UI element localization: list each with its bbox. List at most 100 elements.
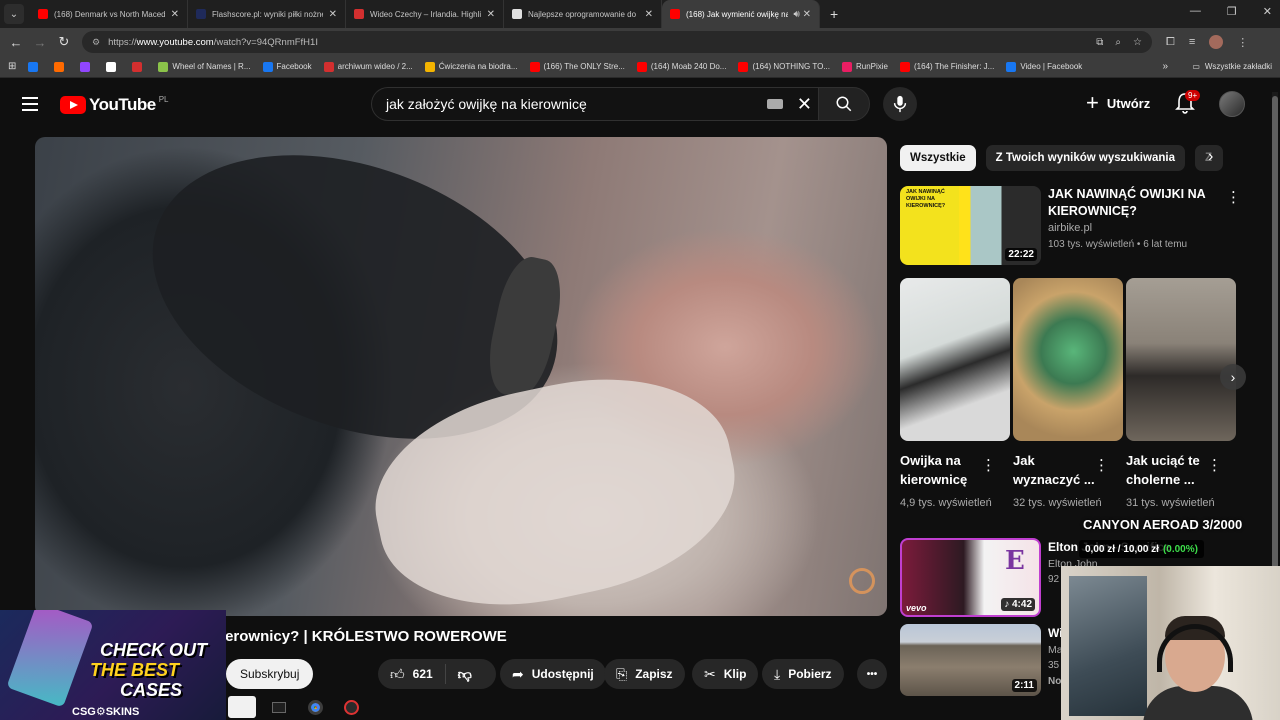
new-tab-icon[interactable]: + <box>830 6 838 22</box>
more-options-icon[interactable]: ⋮ <box>1094 456 1109 474</box>
zoom-icon[interactable]: ⌕ <box>1115 37 1121 48</box>
url-bar[interactable]: ⚙ https://www.youtube.com/watch?v=94QRnm… <box>82 31 1152 53</box>
minimize-icon[interactable]: — <box>1190 5 1201 18</box>
tab-favicon-icon <box>354 9 364 19</box>
short-thumbnail[interactable] <box>1013 278 1123 441</box>
search-button[interactable] <box>818 87 870 121</box>
reload-icon[interactable]: ↻ <box>52 34 76 50</box>
recommended-video[interactable]: JAK NAWINĄĆ OWIJKI NA KIEROWNICĘ? 22:22 … <box>900 186 1241 266</box>
cast-icon[interactable]: ⧉ <box>1096 37 1103 48</box>
bookmarks-overflow-icon[interactable]: » <box>1162 61 1168 72</box>
save-button[interactable]: ⎘ Zapisz <box>604 659 685 689</box>
bookmark-item[interactable] <box>28 61 42 72</box>
browser-tab[interactable]: (168) Jak wymienić owijkę na 🔊︎ ✕ <box>662 0 820 28</box>
tab-close-icon[interactable]: ✕ <box>645 9 653 20</box>
voice-search-button[interactable] <box>883 87 917 121</box>
restore-icon[interactable]: ❐ <box>1227 5 1237 18</box>
bookmark-item[interactable] <box>132 61 146 72</box>
video-player[interactable] <box>35 137 887 616</box>
chrome-icon[interactable] <box>302 696 328 718</box>
back-icon[interactable]: ← <box>4 35 28 50</box>
notifications-button[interactable]: 9+ <box>1175 90 1201 119</box>
browser-menu-icon[interactable]: ⋮ <box>1237 36 1248 49</box>
bookmark-item[interactable] <box>54 61 68 72</box>
extensions-icon[interactable]: ⧠ <box>1166 36 1175 49</box>
chips-next-arrow-icon[interactable]: › <box>1208 148 1213 166</box>
bookmark-item[interactable] <box>106 61 120 72</box>
tab-search-icon[interactable]: ⌄ <box>4 4 24 24</box>
bookmark-list: Wheel of Names | R... Facebook archiwum wi… <box>28 61 1094 72</box>
bookmark-item[interactable]: RunPixie <box>841 61 888 72</box>
clear-search-icon[interactable]: ✕ <box>797 94 812 115</box>
bookmark-item[interactable]: (166) The ONLY Stre... <box>529 61 625 72</box>
browser-profile-avatar[interactable] <box>1209 35 1224 49</box>
youtube-header: YouTube PL jak założyć owijkę na kierown… <box>0 78 1280 130</box>
bookmark-item[interactable]: (164) Moab 240 Do... <box>636 61 726 72</box>
browser-tab[interactable]: (168) Denmark vs North Macedonia ✕ <box>30 0 188 28</box>
bookmark-star-icon[interactable]: ☆ <box>1133 37 1142 48</box>
bookmark-item[interactable]: Facebook <box>262 61 312 72</box>
clip-button[interactable]: ✂ Klip <box>692 659 759 689</box>
bookmark-label: Wheel of Names | R... <box>172 62 251 71</box>
close-window-icon[interactable]: ✕ <box>1263 5 1272 18</box>
tab-title: Wideo Czechy – Irlandia. Highlights <box>370 9 481 19</box>
youtube-logo[interactable]: YouTube PL <box>60 95 169 115</box>
tab-close-icon[interactable]: 🔊︎ ✕ <box>794 9 811 20</box>
vevo-badge: vevo <box>906 603 927 613</box>
video-thumbnail[interactable]: E vevo ♪ 4:42 <box>900 538 1041 617</box>
bookmark-item[interactable]: (164) NOTHING TO... <box>738 61 830 72</box>
video-thumbnail[interactable]: JAK NAWINĄĆ OWIJKI NA KIEROWNICĘ? 22:22 <box>900 186 1041 265</box>
bookmark-item[interactable]: (164) The Finisher: J... <box>900 61 994 72</box>
download-button[interactable]: ⤓ Pobierz <box>762 659 844 689</box>
chip-all[interactable]: Wszystkie <box>900 145 976 171</box>
share-button[interactable]: ➦ Udostępnij <box>500 659 606 689</box>
more-actions-button[interactable]: ••• <box>857 659 887 689</box>
menu-icon[interactable] <box>22 97 38 111</box>
more-options-icon[interactable]: ⋮ <box>1207 456 1222 474</box>
site-info-icon[interactable]: ⚙ <box>92 37 100 48</box>
bookmark-favicon-icon <box>424 61 435 72</box>
reading-list-icon[interactable]: ≡ <box>1189 36 1195 48</box>
obs-icon[interactable] <box>338 696 364 718</box>
bookmark-item[interactable]: Ćwiczenia na biodra... <box>424 61 518 72</box>
subscribe-button[interactable]: Subskrybuj <box>226 659 314 689</box>
bookmark-item[interactable] <box>80 61 94 72</box>
short-item[interactable]: Jak uciąć te cholerne ... 31 tys. wyświe… <box>1126 278 1236 511</box>
short-item[interactable]: Jak wyznaczyć ... 32 tys. wyświetleń ⋮ <box>1013 278 1123 511</box>
channel-watermark-icon[interactable] <box>849 568 875 594</box>
video-thumbnail[interactable]: 2:11 <box>900 624 1041 696</box>
browser-tab[interactable]: Flashscore.pl: wyniki piłki nożnej ✕ <box>188 0 346 28</box>
dislike-button[interactable]: 👎︎ <box>446 666 484 683</box>
channel-name[interactable]: airbike.pl <box>1048 222 1092 234</box>
apps-icon[interactable]: ⊞ <box>8 61 16 72</box>
tab-close-icon[interactable]: ✕ <box>171 9 179 20</box>
create-button[interactable]: + Utwórz <box>1086 92 1151 114</box>
bookmark-item[interactable]: Wheel of Names | R... <box>158 61 251 72</box>
chip-from-search[interactable]: Z Twoich wyników wyszukiwania <box>985 145 1185 171</box>
taskbar-blank-app-icon[interactable] <box>228 696 256 718</box>
browser-tab[interactable]: Najlepsze oprogramowanie do ✕ <box>504 0 662 28</box>
tab-close-icon[interactable]: ✕ <box>487 9 495 20</box>
create-label: Utwórz <box>1106 95 1151 111</box>
short-thumbnail[interactable] <box>900 278 1010 441</box>
more-options-icon[interactable]: ⋮ <box>1226 188 1241 206</box>
like-button[interactable]: 👍︎ 621 <box>378 664 446 684</box>
short-item[interactable]: Owijka na kierownicę 4,9 tys. wyświetleń… <box>900 278 1010 511</box>
duration-badge: 22:22 <box>1005 248 1037 261</box>
forward-icon[interactable]: → <box>28 35 52 50</box>
bookmark-item[interactable]: Video | Facebook <box>1006 61 1082 72</box>
account-avatar[interactable] <box>1219 91 1245 117</box>
more-options-icon[interactable]: ⋮ <box>981 456 996 474</box>
short-thumbnail[interactable] <box>1126 278 1236 441</box>
shorts-next-arrow-icon[interactable]: › <box>1220 364 1246 390</box>
tab-close-icon[interactable]: ✕ <box>329 9 337 20</box>
search-input[interactable]: jak założyć owijkę na kierownicę ✕ <box>371 87 818 121</box>
video-title[interactable]: JAK NAWINĄĆ OWIJKI NA KIEROWNICĘ? <box>1048 186 1218 220</box>
terminal-icon[interactable] <box>266 696 292 718</box>
keyboard-icon[interactable] <box>766 99 783 109</box>
short-views: 4,9 tys. wyświetleń <box>900 497 992 509</box>
bookmark-item[interactable]: archiwum wideo / 2... <box>323 61 413 72</box>
browser-tab[interactable]: Wideo Czechy – Irlandia. Highlights ✕ <box>346 0 504 28</box>
all-bookmarks[interactable]: ▭ Wszystkie zakładki <box>1192 62 1272 71</box>
stream-price-amount: 0,00 zł / 10,00 zł <box>1085 543 1159 555</box>
